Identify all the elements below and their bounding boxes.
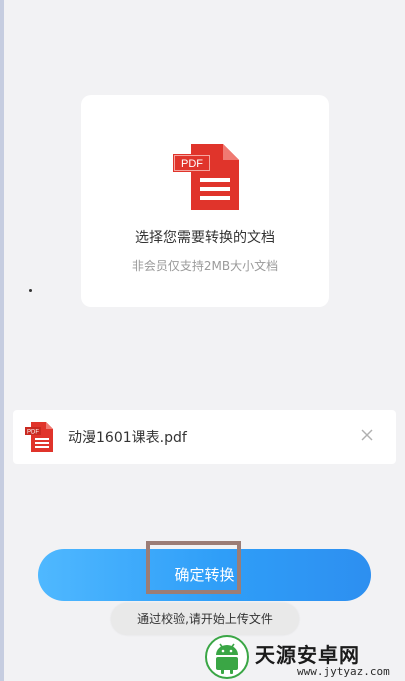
toast-text: 通过校验,请开始上传文件 bbox=[137, 612, 273, 626]
upload-hint: 非会员仅支持2MB大小文档 bbox=[131, 259, 279, 273]
pdf-badge-text: PDF bbox=[181, 158, 203, 170]
stray-dot bbox=[29, 289, 32, 292]
pdf-small-badge-text: PDF bbox=[27, 430, 39, 436]
watermark-title: 天源安卓网 bbox=[255, 643, 360, 667]
selected-file-row: PDF 动漫1601课表.pdf bbox=[13, 410, 396, 464]
watermark-url: www.jytyaz.com bbox=[297, 665, 390, 678]
close-icon[interactable] bbox=[357, 425, 377, 445]
file-name: 动漫1601课表.pdf bbox=[68, 430, 187, 446]
screen-edge bbox=[0, 0, 4, 681]
watermark: 天源安卓网 www.jytyaz.com bbox=[205, 633, 405, 681]
android-logo-icon bbox=[205, 635, 249, 679]
pdf-document-icon: PDF bbox=[173, 144, 239, 210]
highlight-box bbox=[146, 541, 241, 594]
upload-area[interactable]: PDF 选择您需要转换的文档 非会员仅支持2MB大小文档 bbox=[81, 95, 329, 307]
pdf-file-icon: PDF bbox=[25, 422, 53, 452]
toast-message: 通过校验,请开始上传文件 bbox=[111, 603, 299, 635]
upload-title: 选择您需要转换的文档 bbox=[135, 230, 275, 246]
